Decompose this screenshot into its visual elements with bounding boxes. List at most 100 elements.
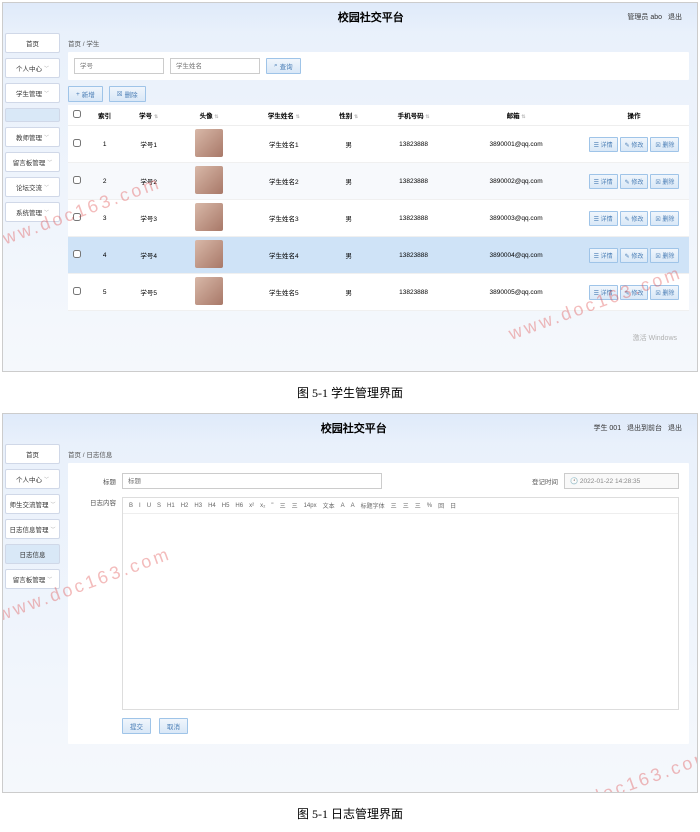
col-phone[interactable]: 手机号码 ⇅: [374, 105, 453, 126]
table-row[interactable]: 2 学号2 学生姓名2 男 13823888 3890002@qq.com ☰ …: [68, 163, 689, 200]
editor-body[interactable]: [123, 514, 678, 709]
cell-index: 3: [86, 200, 123, 237]
row-checkbox[interactable]: [73, 213, 81, 221]
toolbar-item[interactable]: H4: [207, 503, 217, 509]
sidebar-item-exchange[interactable]: 师生交流管理﹀: [5, 494, 60, 514]
toolbar-item[interactable]: 三: [414, 501, 422, 510]
sidebar-item-diary[interactable]: 日志信息: [5, 544, 60, 564]
search-sid-input[interactable]: [74, 58, 164, 74]
toolbar-item[interactable]: ": [270, 503, 274, 509]
student-table: 索引 学号 ⇅ 头像 ⇅ 学生姓名 ⇅ 性别 ⇅ 手机号码 ⇅ 邮箱 ⇅ 操作 …: [68, 105, 689, 311]
sidebar-item-message[interactable]: 留言板管理﹀: [5, 569, 60, 589]
sidebar-item-student[interactable]: 学生管理﹀: [5, 83, 60, 103]
chevron-down-icon: ﹀: [47, 159, 52, 166]
edit-button[interactable]: ✎ 修改: [620, 174, 649, 189]
app-header: 校园社交平台 管理员 abo 退出: [3, 3, 697, 31]
edit-button[interactable]: ✎ 修改: [620, 248, 649, 263]
cell-sid: 学号2: [123, 163, 174, 200]
toolbar-item[interactable]: A: [350, 503, 356, 509]
row-delete-button[interactable]: ☒ 删除: [650, 285, 679, 300]
toolbar-item[interactable]: 文本: [322, 501, 336, 510]
toolbar-item[interactable]: H5: [221, 503, 231, 509]
sidebar-item-home[interactable]: 首页: [5, 444, 60, 464]
logout-link[interactable]: 退出: [668, 425, 682, 432]
toolbar-item[interactable]: H2: [180, 503, 190, 509]
toolbar-item[interactable]: H3: [193, 503, 203, 509]
col-index[interactable]: 索引: [86, 105, 123, 126]
toolbar-item[interactable]: x₂: [259, 503, 266, 509]
toolbar-item[interactable]: 三: [390, 501, 398, 510]
detail-button[interactable]: ☰ 详情: [589, 211, 618, 226]
sidebar-item-message[interactable]: 留言板管理﹀: [5, 152, 60, 172]
content-label: 日志内容: [78, 497, 116, 507]
toolbar-item[interactable]: 日: [449, 501, 457, 510]
sidebar-item-sub[interactable]: [5, 108, 60, 122]
toolbar-item[interactable]: I: [138, 503, 142, 509]
edit-button[interactable]: ✎ 修改: [620, 211, 649, 226]
col-name[interactable]: 学生姓名 ⇅: [244, 105, 323, 126]
search-button[interactable]: ⌕查询: [266, 58, 301, 74]
detail-button[interactable]: ☰ 详情: [589, 248, 618, 263]
toolbar-item[interactable]: S: [156, 503, 162, 509]
col-gender[interactable]: 性别 ⇅: [323, 105, 374, 126]
cell-phone: 13823888: [374, 126, 453, 163]
table-row[interactable]: 5 学号5 学生姓名5 男 13823888 3890005@qq.com ☰ …: [68, 274, 689, 311]
sidebar-item-home[interactable]: 首页: [5, 33, 60, 53]
col-avatar[interactable]: 头像 ⇅: [174, 105, 244, 126]
row-checkbox[interactable]: [73, 287, 81, 295]
row-delete-button[interactable]: ☒ 删除: [650, 137, 679, 152]
toolbar-item[interactable]: 三: [291, 501, 299, 510]
col-email[interactable]: 邮箱 ⇅: [453, 105, 579, 126]
detail-button[interactable]: ☰ 详情: [589, 174, 618, 189]
sidebar-item-teacher[interactable]: 教师管理﹀: [5, 127, 60, 147]
app-header: 校园社交平台 学生 001 退出到前台 退出: [3, 414, 697, 442]
back-link[interactable]: 退出到前台: [627, 425, 662, 432]
chevron-down-icon: ﹀: [44, 65, 49, 72]
edit-button[interactable]: ✎ 修改: [620, 137, 649, 152]
row-checkbox[interactable]: [73, 176, 81, 184]
sidebar-item-profile[interactable]: 个人中心﹀: [5, 58, 60, 78]
cancel-button[interactable]: 取消: [159, 718, 188, 734]
table-row[interactable]: 1 学号1 学生姓名1 男 13823888 3890001@qq.com ☰ …: [68, 126, 689, 163]
toolbar-item[interactable]: %: [426, 503, 433, 509]
delete-button[interactable]: ☒删除: [109, 86, 146, 102]
row-checkbox[interactable]: [73, 139, 81, 147]
sidebar-item-diary-mgmt[interactable]: 日志信息管理﹀: [5, 519, 60, 539]
sidebar-item-system[interactable]: 系统管理﹀: [5, 202, 60, 222]
title-label: 标题: [78, 476, 116, 486]
toolbar-item[interactable]: x²: [248, 503, 255, 509]
date-input[interactable]: 🕐 2022-01-22 14:28:35: [564, 473, 679, 489]
cell-gender: 男: [323, 126, 374, 163]
cell-email: 3890002@qq.com: [453, 163, 579, 200]
toolbar-item[interactable]: A: [340, 503, 346, 509]
detail-button[interactable]: ☰ 详情: [589, 285, 618, 300]
table-row[interactable]: 3 学号3 学生姓名3 男 13823888 3890003@qq.com ☰ …: [68, 200, 689, 237]
add-button[interactable]: +新增: [68, 86, 103, 102]
title-input[interactable]: [122, 473, 382, 489]
cell-gender: 男: [323, 163, 374, 200]
avatar: [195, 166, 223, 194]
row-delete-button[interactable]: ☒ 删除: [650, 211, 679, 226]
toolbar-item[interactable]: 回: [437, 501, 445, 510]
toolbar-item[interactable]: B: [128, 503, 134, 509]
toolbar-item[interactable]: 14px: [303, 503, 318, 509]
table-row[interactable]: 4 学号4 学生姓名4 男 13823888 3890004@qq.com ☰ …: [68, 237, 689, 274]
search-name-input[interactable]: [170, 58, 260, 74]
toolbar-item[interactable]: 三: [279, 501, 287, 510]
toolbar-item[interactable]: H1: [166, 503, 176, 509]
toolbar-item[interactable]: 标题字体: [360, 501, 386, 510]
col-sid[interactable]: 学号 ⇅: [123, 105, 174, 126]
logout-link[interactable]: 退出: [668, 14, 682, 21]
row-delete-button[interactable]: ☒ 删除: [650, 248, 679, 263]
submit-button[interactable]: 提交: [122, 718, 151, 734]
toolbar-item[interactable]: 三: [402, 501, 410, 510]
row-checkbox[interactable]: [73, 250, 81, 258]
sidebar-item-profile[interactable]: 个人中心﹀: [5, 469, 60, 489]
select-all-checkbox[interactable]: [73, 110, 81, 118]
toolbar-item[interactable]: H6: [234, 503, 244, 509]
row-delete-button[interactable]: ☒ 删除: [650, 174, 679, 189]
toolbar-item[interactable]: U: [146, 503, 152, 509]
sidebar-item-forum[interactable]: 论坛交流﹀: [5, 177, 60, 197]
edit-button[interactable]: ✎ 修改: [620, 285, 649, 300]
detail-button[interactable]: ☰ 详情: [589, 137, 618, 152]
